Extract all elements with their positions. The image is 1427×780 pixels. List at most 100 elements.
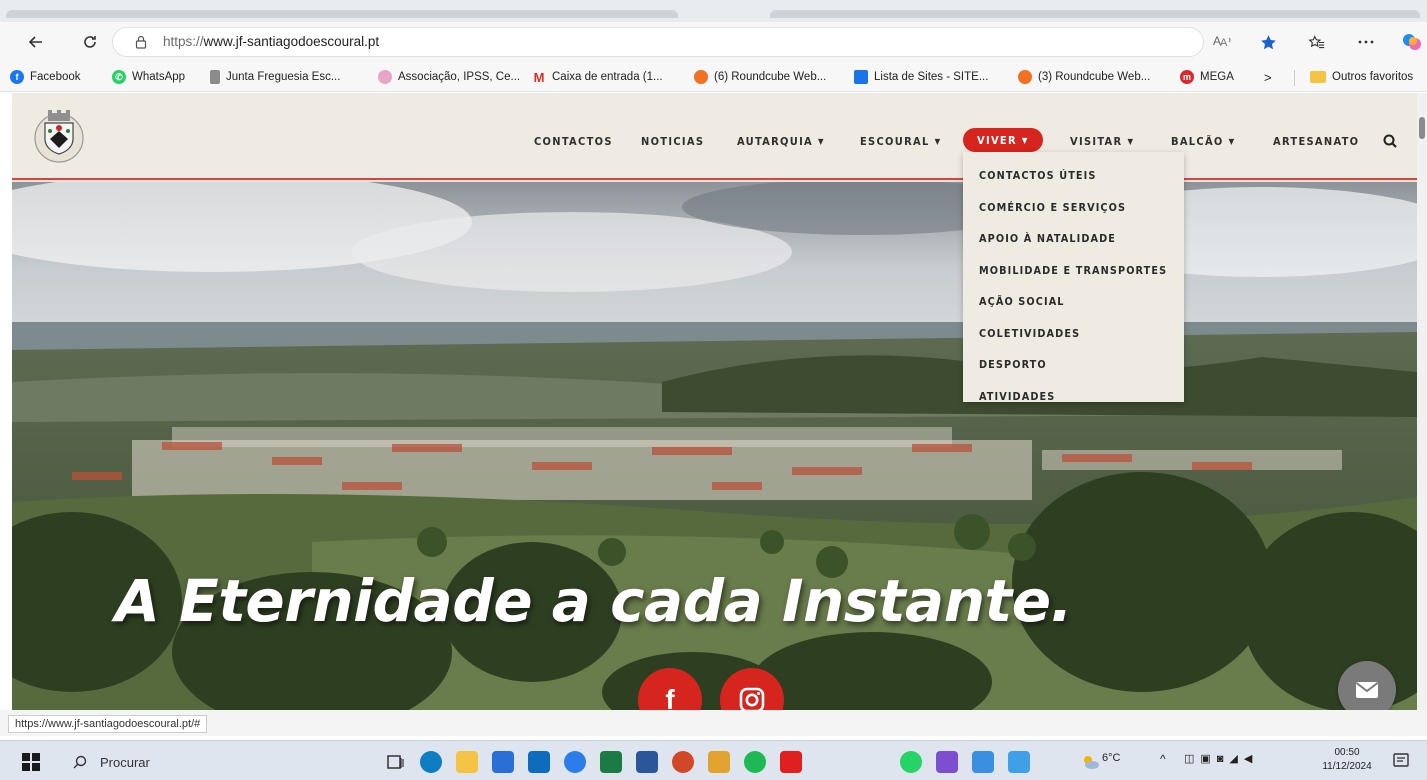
roundcube-icon: [694, 70, 708, 84]
hero-tagline: A Eternidade a cada Instante.: [115, 567, 1073, 635]
taskbar-clock[interactable]: 00:50 11/12/2024: [1318, 746, 1376, 774]
web-page: CONTACTOS NOTICIAS AUTARQUIA ▼ ESCOURAL ▼ …: [12, 93, 1417, 710]
chevron-right-icon: >: [1264, 69, 1272, 85]
bookmark-lista-sites[interactable]: Lista de Sites - SITE...: [854, 69, 988, 85]
edge-icon[interactable]: [420, 751, 442, 773]
address-bar[interactable]: https://www.jf-santiagodoescoural.pt A: [112, 27, 1221, 57]
bookmark-roundcube-6[interactable]: (6) Roundcube Web...: [694, 69, 826, 85]
other-favorites-folder[interactable]: Outros favoritos: [1310, 69, 1413, 85]
nav-label: VISITAR: [1070, 134, 1123, 148]
site-header: CONTACTOS NOTICIAS AUTARQUIA ▼ ESCOURAL ▼ …: [12, 93, 1417, 180]
roundcube-icon: [1018, 70, 1032, 84]
facebook-icon: f: [10, 70, 24, 84]
browser-app-icon[interactable]: [564, 751, 586, 773]
bookmark-label: (6) Roundcube Web...: [714, 71, 827, 83]
app-icon[interactable]: [708, 751, 730, 773]
bookmark-label: Associação, IPSS, Ce...: [398, 71, 521, 83]
nav-autarquia[interactable]: AUTARQUIA ▼: [737, 131, 825, 151]
dropdown-item-acao-social[interactable]: AÇÃO SOCIAL: [963, 286, 1184, 318]
dropdown-item-desporto[interactable]: DESPORTO: [963, 349, 1184, 381]
nav-noticias[interactable]: NOTICIAS: [641, 131, 704, 151]
bookmark-label: MEGA: [1200, 71, 1234, 83]
bookmarks-divider: [1294, 70, 1295, 86]
favorites-list-icon[interactable]: [1304, 30, 1328, 54]
powerpoint-icon[interactable]: [672, 751, 694, 773]
page-scrollbar[interactable]: [1417, 93, 1427, 710]
copilot-icon[interactable]: [1400, 30, 1424, 54]
taskbar-search-box[interactable]: Procurar: [60, 749, 360, 775]
browser-tab[interactable]: [6, 10, 678, 18]
bookmark-gmail[interactable]: M Caixa de entrada (1...: [532, 69, 663, 85]
caret-down-icon: ▼: [1228, 136, 1236, 146]
photos-icon[interactable]: [1008, 751, 1030, 773]
file-explorer-icon[interactable]: [456, 751, 478, 773]
list-icon: [854, 70, 868, 84]
favorite-star-icon[interactable]: [1256, 30, 1280, 54]
caret-down-icon: ▼: [1127, 136, 1135, 146]
folder-icon: [1310, 71, 1326, 83]
spotify-icon[interactable]: [744, 751, 766, 773]
dropdown-item-comercio-servicos[interactable]: COMÉRCIO E SERVIÇOS: [963, 192, 1184, 224]
dropdown-item-contactos-uteis[interactable]: CONTACTOS ÚTEIS: [963, 160, 1184, 192]
word-icon[interactable]: [636, 751, 658, 773]
bookmark-whatsapp[interactable]: ✆ WhatsApp: [112, 69, 185, 85]
browser-status-bar: https://www.jf-santiagodoescoural.pt/#: [0, 710, 1427, 736]
clock-date: 11/12/2024: [1322, 761, 1372, 772]
bookmark-associacao[interactable]: Associação, IPSS, Ce...: [378, 69, 520, 85]
scrollbar-thumb[interactable]: [1419, 117, 1425, 139]
bookmark-label: Outros favoritos: [1332, 71, 1414, 83]
mega-icon: m: [1180, 70, 1194, 84]
facebook-icon: f: [665, 684, 675, 710]
system-tray-icons[interactable]: ◫▣◙◢◀: [1184, 752, 1258, 765]
dropdown-item-apoio-natalidade[interactable]: APOIO À NATALIDADE: [963, 223, 1184, 255]
nav-label: ARTESANATO: [1273, 134, 1360, 148]
dropdown-item-mobilidade-transportes[interactable]: MOBILIDADE E TRANSPORTES: [963, 255, 1184, 287]
nav-viver[interactable]: VIVER ▼: [963, 128, 1043, 152]
tray-chevron-up-icon[interactable]: ^: [1160, 752, 1166, 766]
svg-text:A: A: [1220, 37, 1228, 49]
windows-taskbar: Procurar 6°C ^ ◫▣◙◢◀ 00:50 11/12/2024: [0, 740, 1427, 780]
notifications-icon[interactable]: [1392, 752, 1410, 770]
bookmark-mega[interactable]: m MEGA: [1180, 69, 1234, 85]
arrow-left-icon: [28, 36, 42, 48]
bookmarks-overflow-button[interactable]: >: [1264, 69, 1272, 85]
media-app-icon[interactable]: [936, 751, 958, 773]
windows-start-icon[interactable]: [22, 753, 40, 771]
bookmark-label: Facebook: [30, 71, 81, 83]
search-icon[interactable]: [1382, 133, 1398, 149]
crest-icon: [210, 70, 220, 84]
nav-contactos[interactable]: CONTACTOS: [534, 131, 613, 151]
reload-button[interactable]: [78, 30, 102, 54]
excel-icon[interactable]: [600, 751, 622, 773]
whatsapp-icon[interactable]: [900, 751, 922, 773]
outlook-icon[interactable]: [528, 751, 550, 773]
nav-artesanato[interactable]: ARTESANATO: [1273, 131, 1359, 151]
nav-label: CONTACTOS: [534, 134, 613, 148]
search-icon: [73, 755, 87, 769]
nav-visitar[interactable]: VISITAR ▼: [1070, 131, 1134, 151]
store-icon[interactable]: [492, 751, 514, 773]
browser-tab[interactable]: [770, 10, 1420, 18]
nav-escoural[interactable]: ESCOURAL ▼: [860, 131, 941, 151]
remote-app-icon[interactable]: [972, 751, 994, 773]
bookmark-facebook[interactable]: f Facebook: [10, 69, 81, 85]
caret-down-icon: ▼: [818, 136, 825, 146]
back-button[interactable]: [24, 30, 48, 54]
weather-temperature[interactable]: 6°C: [1102, 752, 1120, 764]
flower-icon: [378, 70, 392, 84]
hero-banner: A Eternidade a cada Instante. f: [12, 182, 1417, 710]
bookmark-roundcube-3[interactable]: (3) Roundcube Web...: [1018, 69, 1150, 85]
bookmark-junta-freguesia[interactable]: Junta Freguesia Esc...: [210, 69, 340, 85]
more-menu-icon[interactable]: [1354, 30, 1378, 54]
dropdown-item-atividades[interactable]: ATIVIDADES: [963, 381, 1184, 413]
dropdown-item-coletividades[interactable]: COLETIVIDADES: [963, 318, 1184, 350]
nav-label: AUTARQUIA: [737, 134, 814, 148]
page-info-icon[interactable]: [135, 35, 147, 49]
nav-balcao[interactable]: BALCÃO ▼: [1171, 131, 1235, 151]
read-aloud-icon[interactable]: A: [1214, 30, 1238, 54]
contact-mail-button[interactable]: [1338, 661, 1396, 710]
task-view-icon[interactable]: [384, 751, 406, 773]
parish-crest-logo[interactable]: [28, 105, 90, 167]
acrobat-icon[interactable]: [780, 751, 802, 773]
browser-toolbar: https://www.jf-santiagodoescoural.pt A A: [0, 22, 1427, 62]
